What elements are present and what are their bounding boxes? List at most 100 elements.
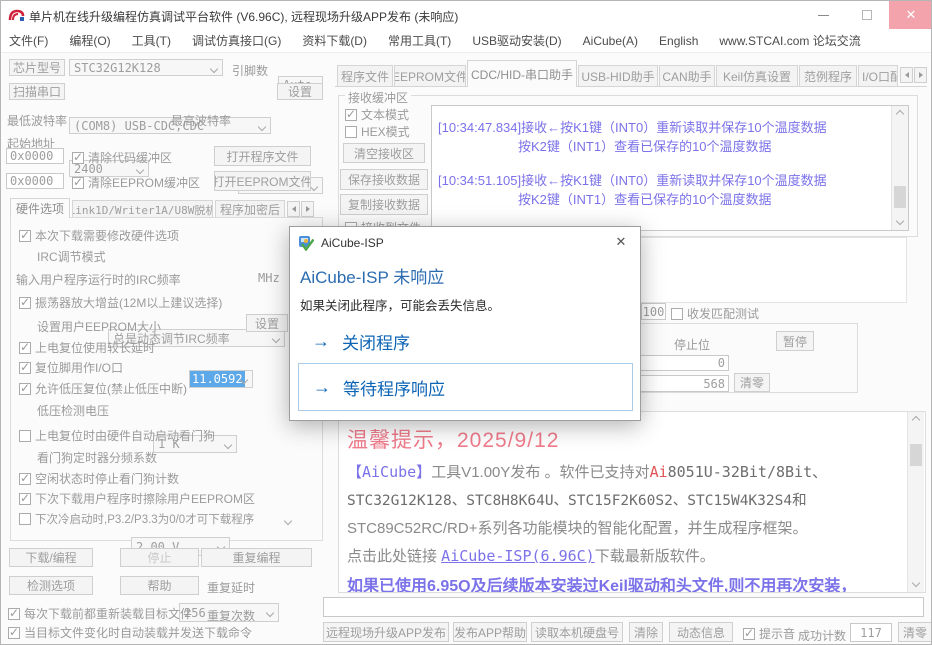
- hw-lvr-checkbox[interactable]: 允许低压复位(禁止低压中断): [19, 380, 187, 397]
- tab-can-assistant[interactable]: CAN助手: [659, 65, 715, 86]
- port-settings-button[interactable]: 设置: [277, 83, 323, 100]
- checkbox-icon: [19, 513, 31, 525]
- serial-port-combo[interactable]: (COM8) USB-CDC,CDC: [69, 117, 271, 134]
- tab-eeprom-file[interactable]: EEPROM文件: [394, 65, 466, 86]
- close-button[interactable]: ✕: [889, 1, 931, 29]
- dynamic-info-button[interactable]: 动态信息: [669, 622, 733, 642]
- rtab-scroll-left-button[interactable]: [900, 67, 913, 83]
- chip-model-combo[interactable]: STC32G12K128: [69, 59, 223, 76]
- help-button[interactable]: 帮助: [120, 576, 199, 595]
- reset-count-button[interactable]: 清零: [898, 622, 931, 642]
- tab-io-config[interactable]: I/O口配置: [858, 65, 898, 86]
- match-count-input[interactable]: 100: [641, 303, 666, 320]
- clear-eeprom-checkbox[interactable]: 清除EEPROM缓冲区: [72, 174, 200, 191]
- rtab-scroll-right-button[interactable]: [914, 67, 927, 83]
- checkbox-icon: [8, 606, 20, 620]
- dialog-close-button[interactable]: ✕: [610, 233, 632, 251]
- lvd-label: 低压检测电压: [37, 404, 110, 418]
- counter-clear-button[interactable]: 清零: [734, 373, 770, 392]
- menu-tools[interactable]: 工具(T): [132, 32, 171, 49]
- tab-keil-settings[interactable]: Keil仿真设置: [716, 65, 798, 86]
- copy-receive-button[interactable]: 复制接收数据: [340, 194, 428, 215]
- chevron-down-icon: [257, 122, 267, 132]
- download-link[interactable]: AiCube-ISP(6.96C): [441, 547, 595, 565]
- close-program-link[interactable]: → 关闭程序: [312, 329, 410, 354]
- tab-offline-download[interactable]: Link1D/Writer1A/U8W脱机: [72, 200, 213, 218]
- download-button[interactable]: 下载/编程: [9, 548, 93, 567]
- stop-button[interactable]: 停止: [120, 548, 199, 567]
- maximize-button[interactable]: [845, 1, 889, 29]
- minimize-icon: [817, 14, 829, 16]
- success-count-input[interactable]: 117: [850, 623, 892, 642]
- menu-website-link[interactable]: www.STCAI.com 论坛交流: [719, 32, 860, 49]
- menu-aicube[interactable]: AiCube(A): [583, 34, 638, 48]
- eeprom-set-button[interactable]: 设置: [246, 314, 288, 332]
- scroll-up-button[interactable]: [892, 106, 908, 122]
- tab-scroll-left-button[interactable]: [287, 201, 300, 217]
- minimize-button[interactable]: [801, 1, 845, 29]
- hw-osc-gain-checkbox[interactable]: 振荡器放大增益(12M以上建议选择): [19, 294, 222, 311]
- match-test-checkbox[interactable]: 收发匹配测试: [671, 305, 759, 322]
- autoload-checkbox[interactable]: 当目标文件变化时自动装载并发送下载命令: [8, 624, 252, 641]
- announcement-scrollbar[interactable]: [907, 412, 924, 592]
- irc-freq-combo[interactable]: 11.0592: [189, 370, 253, 388]
- clear-code-checkbox[interactable]: 清除代码缓冲区: [72, 149, 172, 166]
- check-options-button[interactable]: 检测选项: [9, 576, 93, 595]
- hw-cold-boot-checkbox[interactable]: 下次冷启动时,P3.2/P3.3为0/0才可下载程序: [19, 511, 254, 527]
- scrollbar-thumb[interactable]: [910, 444, 922, 466]
- repeat-program-button[interactable]: 重复编程: [201, 548, 312, 567]
- tab-hardware-options[interactable]: 硬件选项: [10, 198, 70, 218]
- pause-button[interactable]: 暂停: [776, 331, 814, 351]
- hw-modify-options-checkbox[interactable]: 本次下载需要修改硬件选项: [19, 227, 179, 244]
- clear-receive-button[interactable]: 清空接收区: [343, 143, 425, 163]
- menu-program[interactable]: 编程(O): [69, 32, 110, 49]
- hw-reset-pin-io-checkbox[interactable]: 复位脚用作I/O口: [19, 359, 123, 376]
- app-icon: [8, 9, 25, 21]
- hw-idle-wdt-checkbox[interactable]: 空闲状态时停止看门狗计数: [19, 470, 179, 487]
- tab-program-file[interactable]: 程序文件: [337, 65, 393, 86]
- read-disk-id-button[interactable]: 读取本机硬盘号: [531, 622, 623, 642]
- publish-help-button[interactable]: 发布APP帮助: [453, 622, 527, 642]
- checkbox-icon: [345, 107, 357, 121]
- tab-usb-hid-assistant[interactable]: USB-HID助手: [578, 65, 658, 86]
- checkbox-icon: [72, 150, 84, 164]
- receive-scrollbar[interactable]: [891, 106, 908, 230]
- hex-mode-checkbox[interactable]: HEX模式: [345, 123, 410, 140]
- wait-program-link[interactable]: → 等待程序响应: [313, 375, 445, 400]
- code-address-input[interactable]: 0x0000: [6, 148, 64, 164]
- open-eeprom-button[interactable]: 打开EEPROM文件: [214, 171, 311, 191]
- wait-program-box[interactable]: → 等待程序响应: [298, 363, 633, 411]
- scan-port-button[interactable]: 扫描串口: [9, 83, 65, 100]
- hw-erase-eeprom-checkbox[interactable]: 下次下载用户程序时擦除用户EEPROM区: [19, 490, 255, 507]
- tab-scroll-right-button[interactable]: [301, 201, 314, 217]
- menu-common-tools[interactable]: 常用工具(T): [388, 32, 451, 49]
- hw-long-por-delay-checkbox[interactable]: 上电复位使用较长延时: [19, 339, 155, 356]
- hw-wdt-auto-checkbox[interactable]: 上电复位时由硬件自动启动看门狗: [19, 427, 215, 444]
- text-mode-checkbox[interactable]: 文本模式: [345, 106, 409, 123]
- eeprom-address-input[interactable]: 0x0000: [6, 173, 64, 189]
- receive-log-area[interactable]: [10:34:47.834]接收←按K1键（INT0）重新读取并保存10个温度数…: [431, 105, 909, 231]
- scroll-down-button[interactable]: [892, 214, 908, 230]
- scrollbar-thumb[interactable]: [894, 186, 906, 208]
- menu-usb-driver[interactable]: USB驱动安装(D): [472, 32, 561, 49]
- triangle-right-icon: [918, 72, 923, 78]
- chevron-up-icon: [895, 109, 905, 119]
- scroll-down-button[interactable]: [908, 576, 924, 592]
- remote-publish-button[interactable]: 远程现场升级APP发布: [323, 622, 449, 642]
- clear-button[interactable]: 清除: [629, 622, 663, 642]
- menu-file[interactable]: 文件(F): [9, 32, 48, 49]
- menu-english[interactable]: English: [659, 34, 698, 48]
- publish-path-input[interactable]: [323, 597, 924, 617]
- save-receive-button[interactable]: 保存接收数据: [340, 169, 428, 190]
- tab-examples[interactable]: 范例程序: [799, 65, 857, 86]
- scroll-up-button[interactable]: [908, 412, 924, 428]
- tab-encrypted-transfer[interactable]: 程序加密后: [215, 200, 285, 218]
- menu-downloads[interactable]: 资料下载(D): [302, 32, 367, 49]
- tab-cdc-hid-serial-assistant[interactable]: CDC/HID-串口助手: [467, 60, 577, 87]
- menu-debug-interface[interactable]: 调试仿真接口(G): [192, 32, 281, 49]
- beep-checkbox[interactable]: 提示音: [743, 625, 795, 642]
- chip-model-button[interactable]: 芯片型号: [9, 59, 65, 76]
- reload-target-checkbox[interactable]: 每次下载前都重新装载目标文件: [8, 605, 192, 622]
- mhz-label: MHz: [258, 271, 280, 285]
- open-program-button[interactable]: 打开程序文件: [214, 146, 311, 166]
